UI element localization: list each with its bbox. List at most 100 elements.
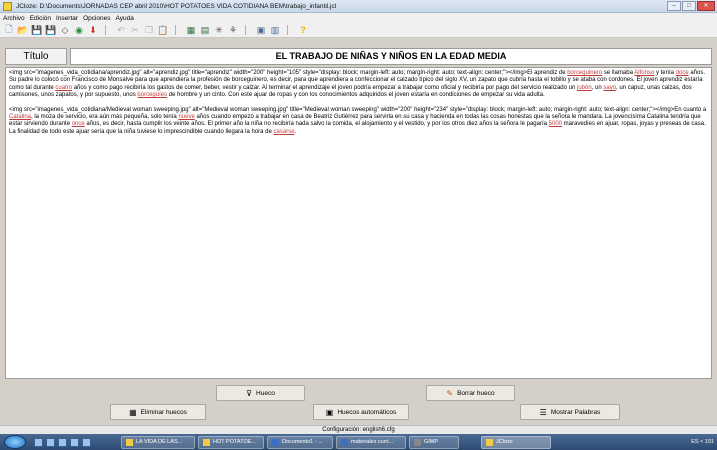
- paste-icon[interactable]: 📋: [157, 24, 169, 36]
- save-as-icon[interactable]: 💾: [45, 24, 57, 36]
- gap-word[interactable]: borceguinero: [567, 70, 602, 76]
- menu-edicion[interactable]: Edición: [30, 15, 51, 22]
- taskbar-item[interactable]: Documento1 - ...: [267, 435, 333, 449]
- toolbar: 🗋 📂 💾 💾 ◇ ◉ ⬇ ↶ ✂ ❐ 📋 ▦ ▤ ✳ ⚘ ▣ ▥ ?: [0, 23, 717, 38]
- text-editor[interactable]: <img src="imagenes_vida_cotidiana/aprend…: [5, 67, 712, 379]
- app-icon: [3, 1, 12, 11]
- tray-text: ES < 191: [691, 439, 714, 445]
- gap-word[interactable]: casarse: [274, 129, 295, 135]
- taskbar-item-label: JCloze: [496, 439, 513, 445]
- status-bar: Configuración: english6.cfg: [0, 425, 717, 434]
- copy-icon[interactable]: ❐: [143, 24, 155, 36]
- app-icon: [486, 438, 493, 446]
- taskbar-item-label: HOT POTATOE...: [213, 439, 256, 445]
- gap-icon[interactable]: ▦: [185, 24, 197, 36]
- body-text: .: [294, 128, 297, 135]
- new-icon[interactable]: 🗋: [3, 24, 15, 36]
- gap-word[interactable]: cuatro: [55, 85, 72, 91]
- gap-word[interactable]: 5000: [549, 121, 562, 127]
- delete-gap-button-label: Borrar hueco: [457, 389, 495, 397]
- maximize-button[interactable]: □: [682, 1, 696, 11]
- app-icon: [126, 438, 133, 446]
- quick-launch-icon[interactable]: [34, 437, 43, 447]
- taskbar-item[interactable]: LA VIDA DE LAS...: [121, 435, 195, 449]
- paragraph-1: <img src="imagenes_vida_cotidiana/aprend…: [9, 70, 708, 100]
- save-icon[interactable]: 💾: [31, 24, 43, 36]
- taskbar-item[interactable]: materiales curri...: [336, 435, 406, 449]
- menu-archivo[interactable]: Archivo: [3, 15, 25, 22]
- gap-word[interactable]: jubón: [577, 85, 592, 91]
- help-icon[interactable]: ?: [297, 24, 309, 36]
- minimize-button[interactable]: –: [667, 1, 681, 11]
- taskbar-item-label: materiales curri...: [351, 439, 394, 445]
- taskbar-item[interactable]: HOT POTATOE...: [198, 435, 264, 449]
- export-icon[interactable]: ▥: [269, 24, 281, 36]
- diamond-icon[interactable]: ◇: [59, 24, 71, 36]
- menu-opciones[interactable]: Opciones: [83, 15, 110, 22]
- close-button[interactable]: ✕: [697, 1, 715, 11]
- window-title: JCloze: D:\Documents\JORNADAS CEP abril …: [16, 2, 337, 10]
- taskbar-item[interactable]: GIMP: [409, 435, 459, 449]
- menu-ayuda[interactable]: Ayuda: [116, 15, 134, 22]
- body-text: de hombre y un cinto. Con este ajuar de …: [167, 92, 545, 99]
- auto-gaps-icon: ▣: [325, 407, 334, 417]
- download-icon[interactable]: ⬇: [87, 24, 99, 36]
- quick-launch-icon[interactable]: [58, 437, 67, 447]
- gap-icon: ⊽: [246, 388, 253, 398]
- quick-launch-icon[interactable]: [82, 437, 91, 447]
- os-taskbar: LA VIDA DE LAS... HOT POTATOE... Documen…: [0, 434, 717, 450]
- gap-button-label: Hueco: [256, 389, 275, 397]
- auto-gaps-button-label: Huecos automáticos: [337, 408, 397, 416]
- gap-button[interactable]: ⊽ Hueco: [216, 385, 305, 401]
- clear-icon: ▦: [129, 407, 137, 417]
- clear-gap-icon[interactable]: ✳: [213, 24, 225, 36]
- show-words-icon[interactable]: ⚘: [227, 24, 239, 36]
- body-text: , la moza de servicio, era aún más peque…: [31, 114, 179, 121]
- quick-launch-icon[interactable]: [46, 437, 55, 447]
- gap-word[interactable]: sayo: [603, 85, 616, 91]
- quick-launch: [34, 437, 91, 447]
- clear-gaps-button[interactable]: ▦ Eliminar huecos: [110, 404, 206, 420]
- paragraph-2: <img src="imagenes_vida_cotidiana/Mediev…: [9, 107, 708, 137]
- delete-gap-button[interactable]: ✎ Borrar hueco: [426, 385, 515, 401]
- body-text: años, es decir, hasta cumplir los veinte…: [84, 121, 549, 128]
- gap-word[interactable]: once: [72, 121, 85, 127]
- taskbar-item-active[interactable]: JCloze: [481, 435, 551, 449]
- taskbar-item-label: Documento1 - ...: [282, 439, 323, 445]
- body-text: y tenía: [654, 70, 676, 76]
- auto-gap-icon[interactable]: ▤: [199, 24, 211, 36]
- web-icon[interactable]: ◉: [73, 24, 85, 36]
- open-icon[interactable]: 📂: [17, 24, 29, 36]
- config-icon[interactable]: ▣: [255, 24, 267, 36]
- gap-word[interactable]: nueve: [178, 114, 194, 120]
- toolbar-separator: [105, 25, 111, 35]
- app-icon: [341, 438, 348, 446]
- gap-word[interactable]: Catalina: [9, 114, 31, 120]
- body-text: <img src="imagenes_vida_cotidiana/aprend…: [9, 70, 568, 76]
- quick-launch-icon[interactable]: [70, 437, 79, 447]
- list-icon: ☰: [539, 407, 547, 417]
- toolbar-separator: [287, 25, 293, 35]
- system-tray: ES < 191: [691, 439, 717, 445]
- status-text: Configuración: english6.cfg: [322, 427, 395, 433]
- start-button[interactable]: [4, 435, 26, 449]
- cut-icon[interactable]: ✂: [129, 24, 141, 36]
- body-text: <img src="imagenes_vida_cotidiana/Mediev…: [9, 106, 707, 113]
- menu-insertar[interactable]: Insertar: [56, 15, 78, 22]
- show-words-button[interactable]: ☰ Mostrar Palabras: [520, 404, 620, 420]
- taskbar-item-label: LA VIDA DE LAS...: [136, 439, 183, 445]
- gap-word[interactable]: Alfonso: [634, 70, 654, 76]
- gap-word[interactable]: borceguíes: [137, 92, 167, 98]
- body-text: años y como pago recibiría los gastos de…: [72, 84, 577, 91]
- title-input[interactable]: EL TRABAJO DE NIÑAS Y NIÑOS EN LA EDAD M…: [70, 47, 712, 65]
- toolbar-separator: [245, 25, 251, 35]
- auto-gaps-button[interactable]: ▣ Huecos automáticos: [313, 404, 409, 420]
- undo-icon[interactable]: ↶: [115, 24, 127, 36]
- gap-word[interactable]: doce: [676, 70, 689, 76]
- title-label: Título: [5, 47, 67, 65]
- window-controls: – □ ✕: [667, 1, 715, 11]
- title-row: Título EL TRABAJO DE NIÑAS Y NIÑOS EN LA…: [5, 47, 712, 65]
- window-titlebar[interactable]: JCloze: D:\Documents\JORNADAS CEP abril …: [0, 0, 717, 13]
- body-text: se llamaba: [602, 70, 635, 76]
- body-text: , un: [591, 84, 604, 91]
